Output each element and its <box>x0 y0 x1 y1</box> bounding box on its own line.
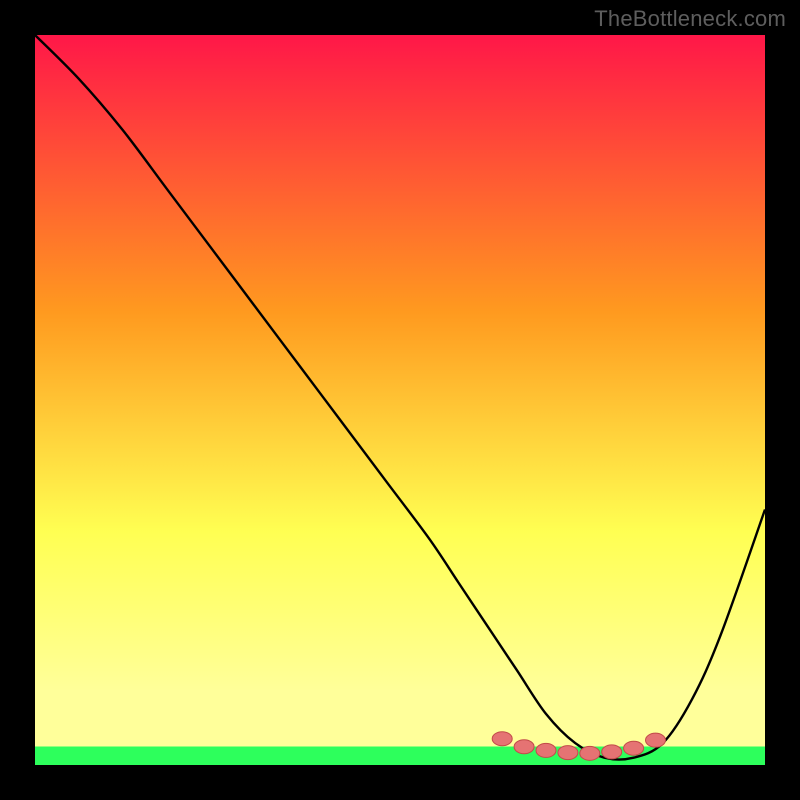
marker-dot <box>602 745 622 759</box>
marker-dot <box>514 740 534 754</box>
bottleneck-curve <box>35 35 765 760</box>
chart-frame: TheBottleneck.com <box>0 0 800 800</box>
marker-dot <box>646 733 666 747</box>
curve-layer <box>35 35 765 765</box>
marker-dot <box>536 743 556 757</box>
marker-dot <box>492 732 512 746</box>
marker-dot <box>624 741 644 755</box>
marker-dot <box>558 746 578 760</box>
watermark-text: TheBottleneck.com <box>594 6 786 32</box>
marker-dot <box>580 746 600 760</box>
plot-area <box>35 35 765 765</box>
